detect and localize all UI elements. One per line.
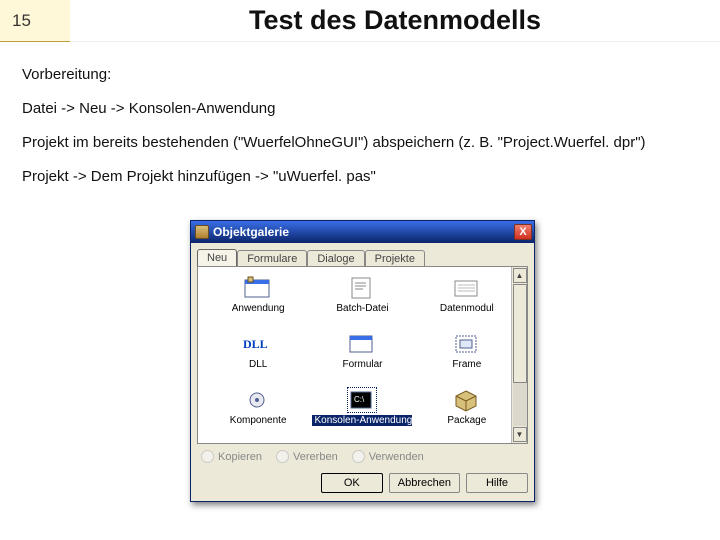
- svg-text:C:\: C:\: [354, 395, 365, 404]
- button-row: OK Abbrechen Hilfe: [191, 469, 534, 501]
- dialog-title: Objektgalerie: [213, 225, 289, 239]
- help-button[interactable]: Hilfe: [466, 473, 528, 493]
- slide-body: Vorbereitung: Datei -> Neu -> Konsolen-A…: [22, 60, 698, 196]
- button-label: Hilfe: [486, 477, 508, 489]
- anwendung-icon: [243, 275, 273, 301]
- dialog-titlebar[interactable]: Objektgalerie X: [191, 221, 534, 243]
- body-line: Projekt -> Dem Projekt hinzufügen -> "uW…: [22, 162, 698, 192]
- grid-item-package[interactable]: Package: [417, 387, 517, 443]
- radio-label: Vererben: [293, 451, 338, 463]
- radio-label: Kopieren: [218, 451, 262, 463]
- scrollbar-track[interactable]: [513, 284, 527, 426]
- radio-use-input[interactable]: [352, 450, 365, 463]
- radio-inherit-input[interactable]: [276, 450, 289, 463]
- tab-neu[interactable]: Neu: [197, 249, 237, 266]
- body-line: Projekt im bereits bestehenden ("Wuerfel…: [22, 128, 698, 158]
- komponente-icon: [243, 387, 273, 413]
- package-icon: [452, 387, 482, 413]
- grid-item-label: Package: [447, 415, 486, 426]
- datenmodul-icon: [452, 275, 482, 301]
- grid-item-anwendung[interactable]: Anwendung: [208, 275, 308, 331]
- button-label: Abbrechen: [398, 477, 451, 489]
- body-line: Datei -> Neu -> Konsolen-Anwendung: [22, 94, 698, 124]
- close-icon-label: X: [519, 227, 526, 238]
- icon-grid: Anwendung Batch-Datei Datenmodul: [198, 267, 527, 444]
- close-icon[interactable]: X: [514, 224, 532, 240]
- grid-item-label: Formular: [342, 359, 382, 370]
- frame-icon: [452, 331, 482, 357]
- dll-icon: DLL: [243, 331, 273, 357]
- body-line: Vorbereitung:: [22, 60, 698, 90]
- ok-button[interactable]: OK: [321, 473, 383, 493]
- grid-item-label: Frame: [452, 359, 481, 370]
- batch-datei-icon: [347, 275, 377, 301]
- grid-item-formular[interactable]: Formular: [312, 331, 412, 387]
- slide-number: 15: [12, 11, 31, 31]
- radio-copy[interactable]: Kopieren: [201, 450, 262, 463]
- radio-row: Kopieren Vererben Verwenden: [191, 444, 534, 469]
- konsolen-anwendung-icon: C:\: [347, 387, 377, 413]
- radio-use[interactable]: Verwenden: [352, 450, 424, 463]
- grid-item-label: Anwendung: [232, 303, 285, 314]
- cancel-button[interactable]: Abbrechen: [389, 473, 460, 493]
- scrollbar-thumb[interactable]: [513, 284, 527, 383]
- scrollbar[interactable]: ▲ ▼: [511, 267, 527, 443]
- tab-formulare[interactable]: Formulare: [237, 250, 307, 267]
- tab-label: Projekte: [375, 253, 415, 265]
- slide-number-badge: 15: [0, 0, 70, 42]
- tab-label: Dialoge: [317, 253, 354, 265]
- tab-projekte[interactable]: Projekte: [365, 250, 425, 267]
- grid-item-label: Konsolen-Anwendung: [312, 415, 412, 426]
- radio-label: Verwenden: [369, 451, 424, 463]
- tab-panel-neu: Anwendung Batch-Datei Datenmodul: [197, 266, 528, 444]
- svg-text:DLL: DLL: [243, 337, 268, 351]
- scroll-down-icon[interactable]: ▼: [513, 427, 527, 442]
- slide-title-text: Test des Datenmodells: [249, 5, 541, 36]
- grid-item-dll[interactable]: DLL DLL: [208, 331, 308, 387]
- tab-label: Neu: [207, 252, 227, 264]
- grid-item-label: DLL: [249, 359, 267, 370]
- tab-bar: Neu Formulare Dialoge Projekte: [191, 243, 534, 266]
- formular-icon: [347, 331, 377, 357]
- grid-item-datenmodul[interactable]: Datenmodul: [417, 275, 517, 331]
- grid-item-frame[interactable]: Frame: [417, 331, 517, 387]
- grid-item-batch-datei[interactable]: Batch-Datei: [312, 275, 412, 331]
- grid-item-label: Batch-Datei: [336, 303, 388, 314]
- radio-inherit[interactable]: Vererben: [276, 450, 338, 463]
- button-label: OK: [344, 477, 360, 489]
- grid-item-komponente[interactable]: Komponente: [208, 387, 308, 443]
- radio-copy-input[interactable]: [201, 450, 214, 463]
- tab-label: Formulare: [247, 253, 297, 265]
- embedded-dialog: Objektgalerie X Neu Formulare Dialoge Pr…: [190, 220, 535, 502]
- slide-title: Test des Datenmodells: [70, 0, 720, 42]
- dialog-app-icon: [195, 225, 209, 239]
- grid-item-label: Datenmodul: [440, 303, 494, 314]
- grid-item-label: Komponente: [230, 415, 287, 426]
- tab-dialoge[interactable]: Dialoge: [307, 250, 364, 267]
- scroll-up-icon[interactable]: ▲: [513, 268, 527, 283]
- grid-item-konsolen-anwendung[interactable]: C:\ Konsolen-Anwendung: [312, 387, 412, 443]
